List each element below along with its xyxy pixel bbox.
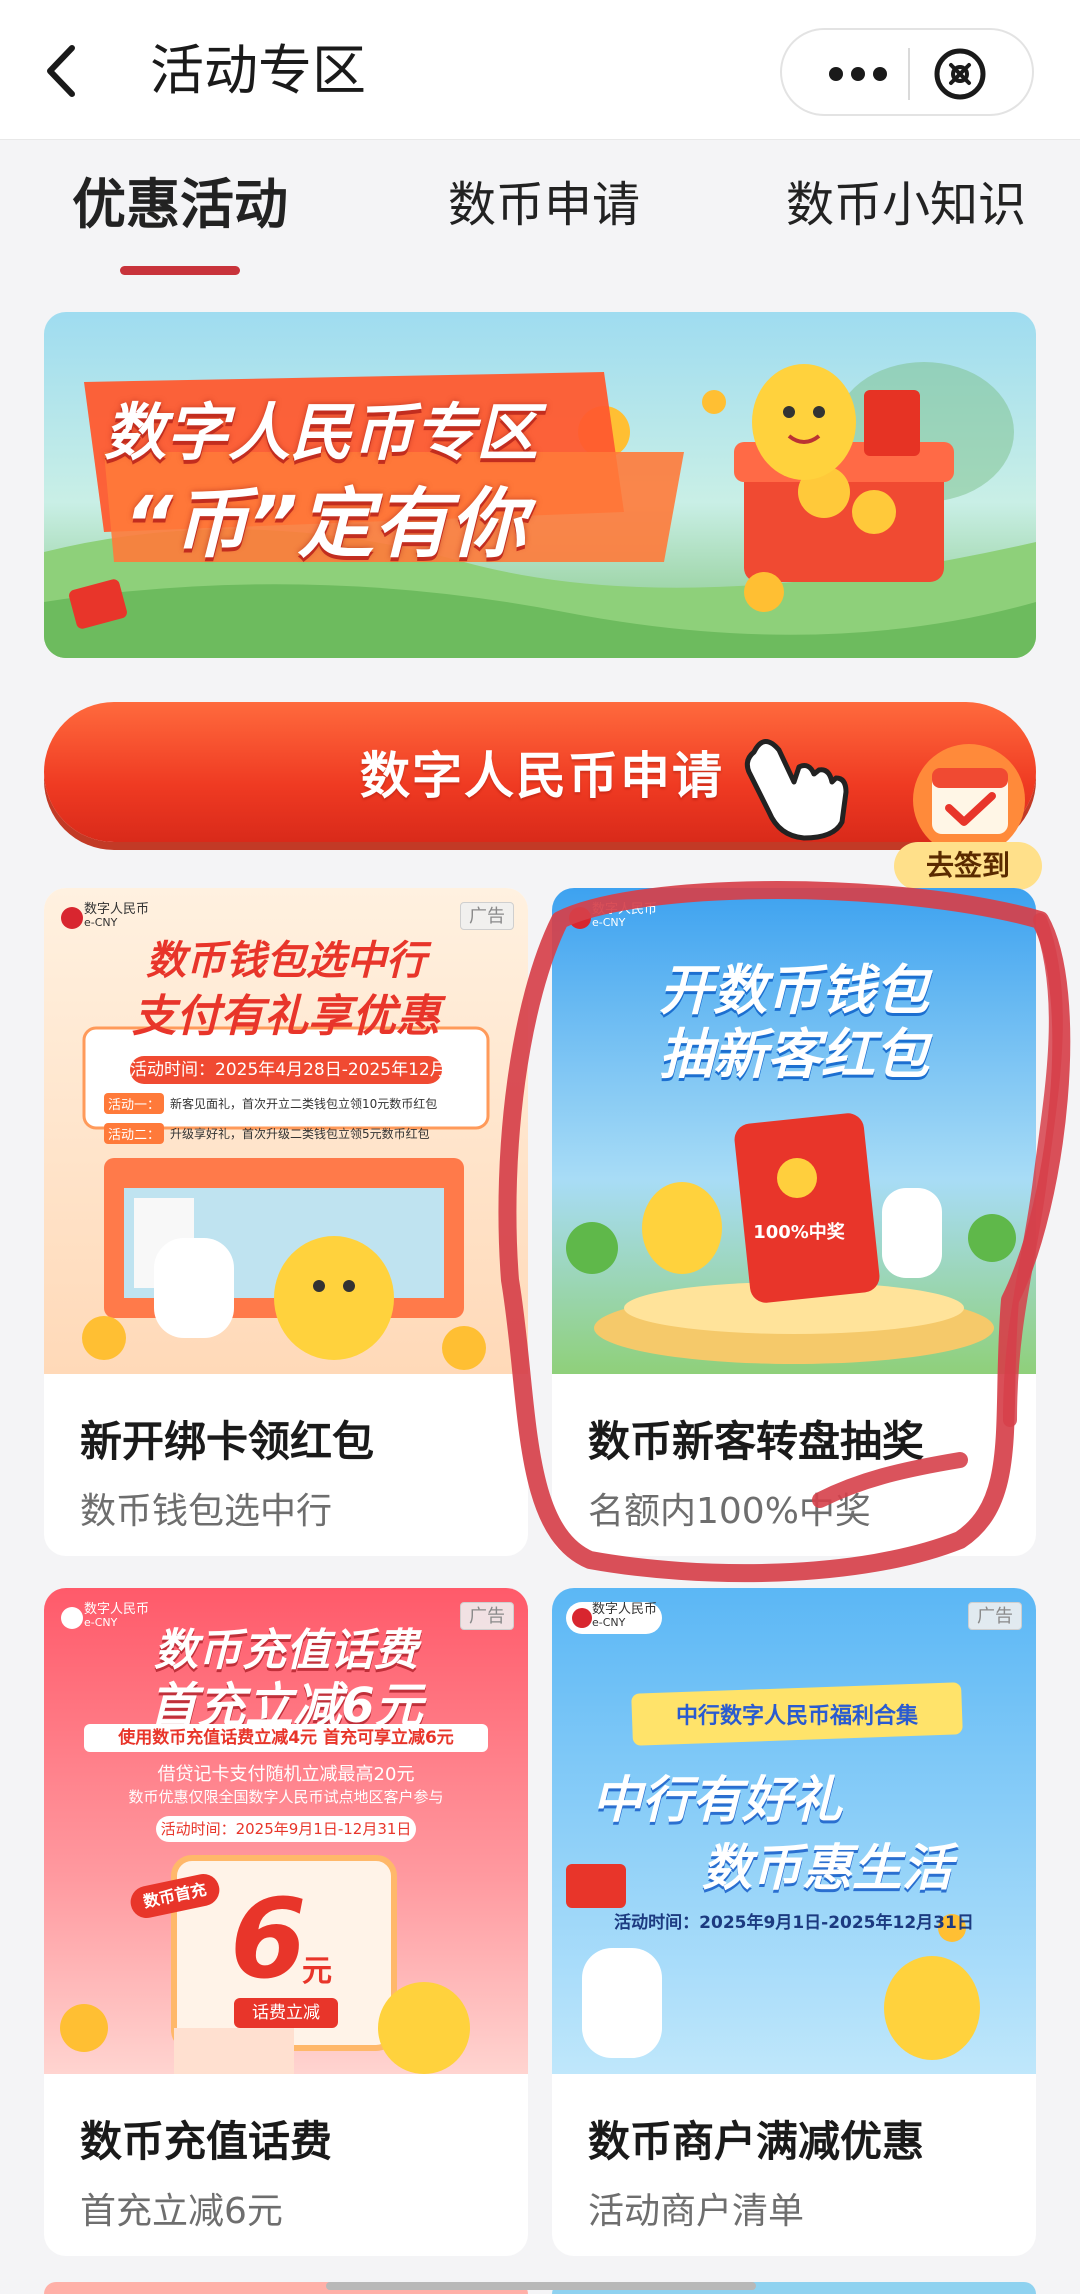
ecny-zone-banner[interactable]: 数字人民币专区 “币”定有你 xyxy=(44,312,1036,658)
promo-card-new-wallet[interactable]: 数字人民币 e-CNY 广告 数币钱包选中行 支付有礼享优惠 活动时间：2025… xyxy=(44,888,528,1556)
capsule-divider xyxy=(908,48,910,100)
tab-bar: 优惠活动 数币申请 数币小知识 xyxy=(0,150,1080,290)
ecny-logo-text: 数字人民币 xyxy=(84,902,150,917)
active-tab-indicator xyxy=(120,266,240,275)
tab-ecny-knowledge[interactable]: 数币小知识 xyxy=(786,170,1026,240)
more-dots-icon xyxy=(829,67,887,81)
card-subtitle: 首充立减6元 xyxy=(80,2191,283,2232)
tab-ecny-apply[interactable]: 数币申请 xyxy=(448,170,640,240)
poster-item-1: 活动一： 新客见面礼，首次开立二类钱包立领10元数币红包 xyxy=(104,1088,476,1118)
close-circle-icon xyxy=(934,48,986,100)
ecny-logo-text: 数字人民币 xyxy=(592,902,658,917)
poster-line-1: 中行有好礼 xyxy=(592,1771,842,1829)
banner-line-2: “币”定有你 xyxy=(124,479,526,568)
poster-line-2: 支付有礼享优惠 xyxy=(132,991,440,1042)
card-title: 数币商户满减优惠 xyxy=(588,2117,925,2166)
poster-unit: 元 xyxy=(302,1954,332,1989)
banner-line-1: 数字人民币专区 xyxy=(104,396,539,469)
home-indicator xyxy=(326,2282,756,2290)
more-button[interactable] xyxy=(826,60,890,88)
poster-tag: 话费立减 xyxy=(234,1998,338,2028)
card-title: 数币充值话费 xyxy=(80,2117,333,2166)
poster-line-1: 数币钱包选中行 xyxy=(146,938,426,984)
poster-note-3: 数币优惠仅限全国数字人民币试点地区客户参与 xyxy=(128,1788,444,1806)
card-subtitle: 名额内100%中奖 xyxy=(588,1491,871,1532)
poster-line-2: 抽新客红包 xyxy=(659,1023,929,1086)
promo-card-phone-topup[interactable]: 数字人民币 e-CNY 广告 数币充值话费 首充立减6元 使用数币充值话费立减4… xyxy=(44,1588,528,2256)
poster-item-2-text: 升级享好礼，首次升级二类钱包立领5元数币红包 xyxy=(170,1126,430,1141)
poster-time: 活动时间：2025年9月1日-2025年12月31日 xyxy=(614,1913,974,1933)
chevron-left-icon xyxy=(47,45,75,97)
tab-promotions[interactable]: 优惠活动 xyxy=(72,170,288,240)
poster-envelope-text: 100%中奖 xyxy=(753,1222,845,1243)
poster-note-1: 使用数币充值话费立减4元 首充可享立减6元 xyxy=(84,1724,488,1752)
poster-item-1-tag: 活动一： xyxy=(104,1092,165,1114)
mini-program-capsule xyxy=(780,28,1034,116)
pointing-hand-icon xyxy=(744,739,849,841)
card-title: 新开绑卡领红包 xyxy=(80,1417,375,1466)
ad-tag: 广告 xyxy=(460,902,514,930)
card-title: 数币新客转盘抽奖 xyxy=(588,1417,925,1466)
card-subtitle: 数币钱包选中行 xyxy=(80,1491,333,1532)
promo-card-new-customer-lottery[interactable]: 数字人民币 e-CNY 开数币钱包 抽新客红包 100%中奖 数币新客转盘抽奖 … xyxy=(552,888,1036,1556)
calendar-check-icon xyxy=(913,744,1025,856)
card-subtitle: 活动商户清单 xyxy=(588,2191,805,2232)
back-button[interactable] xyxy=(38,38,88,104)
ecny-logo-text: 数字人民币 xyxy=(592,1602,658,1617)
poster-item-2: 活动二： 升级享好礼，首次升级二类钱包立领5元数币红包 xyxy=(104,1118,476,1148)
ad-tag: 广告 xyxy=(968,1602,1022,1630)
ecny-apply-label: 数字人民币申请 xyxy=(360,747,724,805)
poster-item-1-text: 新客见面礼，首次开立二类钱包立领10元数币红包 xyxy=(170,1096,438,1111)
promo-card-merchant-discount[interactable]: 数字人民币 e-CNY 广告 中行数字人民币福利合集 中行有好礼 数币惠生活 活… xyxy=(552,1588,1036,2256)
poster-time: 活动时间：2025年4月28日-2025年12月24日 xyxy=(130,1056,442,1084)
poster-big-number: 6 xyxy=(230,1875,307,2003)
poster-ribbon: 中行数字人民币福利合集 xyxy=(675,1704,918,1729)
ecny-logo-sub: e-CNY xyxy=(592,916,626,929)
page-title: 活动专区 xyxy=(150,39,366,102)
close-button[interactable] xyxy=(932,46,988,102)
poster-item-2-tag: 活动二： xyxy=(104,1122,165,1144)
poster-time: 活动时间：2025年9月1日-12月31日 xyxy=(156,1816,416,1842)
ecny-logo-sub: e-CNY xyxy=(592,1616,626,1629)
poster-line-2: 数币惠生活 xyxy=(702,1839,952,1897)
top-nav-bar: 活动专区 xyxy=(0,0,1080,140)
poster-note-2: 借贷记卡支付随机立减最高20元 xyxy=(157,1764,415,1785)
daily-signin-label[interactable]: 去签到 xyxy=(894,842,1042,890)
ecny-apply-button[interactable]: 数字人民币申请 xyxy=(44,702,1036,842)
